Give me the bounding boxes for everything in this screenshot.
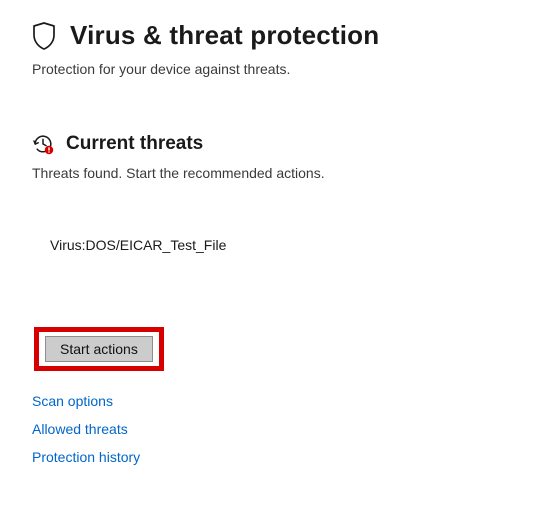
page-header: Virus & threat protection <box>32 20 528 51</box>
allowed-threats-link[interactable]: Allowed threats <box>32 421 128 437</box>
shield-icon <box>32 22 56 50</box>
history-alert-icon <box>32 133 54 155</box>
page-subtitle: Protection for your device against threa… <box>32 61 528 77</box>
threat-item: Virus:DOS/EICAR_Test_File <box>50 237 528 253</box>
links-group: Scan options Allowed threats Protection … <box>32 393 528 465</box>
start-actions-button[interactable]: Start actions <box>45 336 153 362</box>
highlight-annotation: Start actions <box>34 327 164 371</box>
page-title: Virus & threat protection <box>70 20 379 51</box>
scan-options-link[interactable]: Scan options <box>32 393 113 409</box>
protection-history-link[interactable]: Protection history <box>32 449 140 465</box>
current-threats-header: Current threats <box>32 133 528 155</box>
current-threats-title: Current threats <box>66 133 203 155</box>
current-threats-subtitle: Threats found. Start the recommended act… <box>32 165 528 181</box>
